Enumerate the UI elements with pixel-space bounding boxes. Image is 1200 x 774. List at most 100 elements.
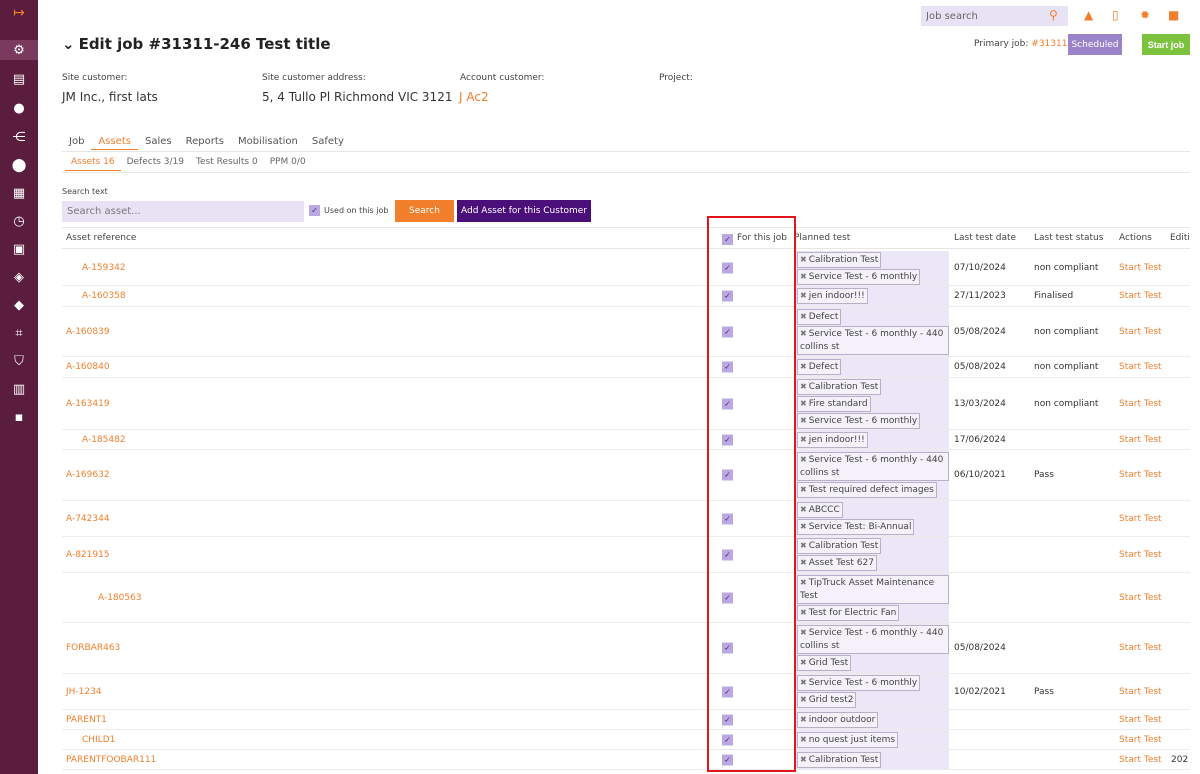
tab-sales[interactable]: Sales — [138, 136, 179, 150]
start-test-link[interactable]: Start Test — [1119, 362, 1162, 372]
shield-icon[interactable]: ⛉ — [0, 351, 38, 371]
chat-icon[interactable]: ▪ — [0, 407, 38, 427]
start-test-link[interactable]: Start Test — [1119, 550, 1162, 560]
mobile-icon[interactable]: ▯ — [1112, 8, 1119, 22]
job-search-input[interactable] — [921, 6, 1068, 26]
chevron-down-icon[interactable]: ⌄ — [62, 35, 75, 53]
start-test-link[interactable]: Start Test — [1119, 470, 1162, 480]
planned-test-label: Defect — [808, 362, 839, 372]
search-asset-input[interactable] — [62, 201, 304, 222]
remove-test-icon[interactable]: ✖ — [800, 255, 807, 264]
remove-test-icon[interactable]: ✖ — [800, 628, 807, 637]
start-test-link[interactable]: Start Test — [1119, 593, 1162, 603]
used-on-job-checkbox[interactable]: ✓ — [309, 205, 320, 216]
subtab-defects[interactable]: Defects 3/19 — [121, 157, 190, 171]
start-test-link[interactable]: Start Test — [1119, 514, 1162, 524]
person-icon[interactable]: ● — [0, 98, 38, 118]
start-test-link[interactable]: Start Test — [1119, 291, 1162, 301]
asset-reference-link[interactable]: A-742344 — [66, 514, 110, 524]
remove-test-icon[interactable]: ✖ — [800, 695, 807, 704]
remove-test-icon[interactable]: ✖ — [800, 485, 807, 494]
tab-job[interactable]: Job — [62, 136, 91, 150]
subtab-assets[interactable]: Assets 16 — [65, 157, 121, 171]
remove-test-icon[interactable]: ✖ — [800, 435, 807, 444]
start-test-link[interactable]: Start Test — [1119, 735, 1162, 745]
asset-reference-link[interactable]: A-160358 — [82, 291, 126, 301]
asset-reference-link[interactable]: A-163419 — [66, 399, 110, 409]
table-row: FORBAR463 ✓ ✖ Service Test - 6 monthly - 44… — [62, 623, 1190, 674]
cube-icon[interactable]: ◈ — [0, 267, 38, 287]
tag-icon[interactable]: ◆ — [0, 295, 38, 315]
asset-reference-link[interactable]: A-159342 — [82, 263, 126, 273]
subtab-test-results[interactable]: Test Results 0 — [190, 157, 264, 171]
hierarchy-icon[interactable]: ⋲ — [0, 127, 38, 147]
start-test-link[interactable]: Start Test — [1119, 435, 1162, 445]
remove-test-icon[interactable]: ✖ — [800, 399, 807, 408]
remove-test-icon[interactable]: ✖ — [800, 608, 807, 617]
search-icon[interactable]: ⚲ — [1049, 8, 1058, 22]
account-customer-link[interactable]: J Ac2 — [459, 90, 489, 104]
start-test-link[interactable]: Start Test — [1119, 263, 1162, 273]
remove-test-icon[interactable]: ✖ — [800, 382, 807, 391]
col-planned-test[interactable]: Planned test — [794, 233, 850, 243]
remove-test-icon[interactable]: ✖ — [800, 522, 807, 531]
asset-reference-link[interactable]: A-185482 — [82, 435, 126, 445]
remove-test-icon[interactable]: ✖ — [800, 416, 807, 425]
primary-job-link[interactable]: #31311 — [1031, 39, 1067, 49]
gear-icon[interactable]: ✹ — [1140, 8, 1150, 22]
asset-reference-link[interactable]: A-169632 — [66, 470, 110, 480]
tab-reports[interactable]: Reports — [179, 136, 231, 150]
asset-reference-link[interactable]: PARENT1 — [66, 715, 107, 725]
clock-icon[interactable]: ◷ — [0, 211, 38, 231]
asset-reference-link[interactable]: JH-1234 — [66, 687, 102, 697]
bookmark-icon[interactable]: ■ — [1168, 8, 1179, 22]
subtab-ppm[interactable]: PPM 0/0 — [264, 157, 312, 171]
start-test-link[interactable]: Start Test — [1119, 755, 1162, 765]
asset-reference-link[interactable]: A-821915 — [66, 550, 110, 560]
scan-icon[interactable]: ⌗ — [0, 323, 38, 343]
search-button[interactable]: Search — [395, 200, 454, 222]
exit-icon[interactable]: ↦ — [0, 3, 38, 23]
start-job-button[interactable]: Start job — [1142, 34, 1190, 55]
asset-reference-link[interactable]: A-180563 — [98, 593, 142, 603]
remove-test-icon[interactable]: ✖ — [800, 755, 807, 764]
book-icon[interactable]: ▥ — [0, 379, 38, 399]
remove-test-icon[interactable]: ✖ — [800, 578, 807, 587]
asset-reference-link[interactable]: CHILD1 — [82, 735, 115, 745]
start-test-link[interactable]: Start Test — [1119, 687, 1162, 697]
col-asset-reference[interactable]: Asset reference — [66, 233, 136, 243]
asset-reference-link[interactable]: A-160840 — [66, 362, 110, 372]
col-last-test-date[interactable]: Last test date — [954, 233, 1016, 243]
remove-test-icon[interactable]: ✖ — [800, 455, 807, 464]
clipboard-icon[interactable]: ▣ — [0, 239, 38, 259]
remove-test-icon[interactable]: ✖ — [800, 312, 807, 321]
add-asset-button[interactable]: Add Asset for this Customer — [457, 200, 591, 222]
document-icon[interactable]: ▤ — [0, 69, 38, 89]
remove-test-icon[interactable]: ✖ — [800, 715, 807, 724]
wrench-icon[interactable]: ⚙ — [0, 40, 38, 60]
remove-test-icon[interactable]: ✖ — [800, 362, 807, 371]
col-last-test-status[interactable]: Last test status — [1034, 233, 1103, 243]
remove-test-icon[interactable]: ✖ — [800, 329, 807, 338]
tab-assets[interactable]: Assets — [91, 136, 138, 150]
bell-icon[interactable]: ▲ — [1084, 8, 1093, 22]
asset-reference-link[interactable]: FORBAR463 — [66, 643, 120, 653]
remove-test-icon[interactable]: ✖ — [800, 505, 807, 514]
remove-test-icon[interactable]: ✖ — [800, 272, 807, 281]
remove-test-icon[interactable]: ✖ — [800, 541, 807, 550]
remove-test-icon[interactable]: ✖ — [800, 558, 807, 567]
asset-reference-link[interactable]: PARENTFOOBAR111 — [66, 755, 156, 765]
location-pin-icon[interactable]: ⬤ — [0, 155, 38, 175]
map-icon[interactable]: ▦ — [0, 183, 38, 203]
remove-test-icon[interactable]: ✖ — [800, 678, 807, 687]
start-test-link[interactable]: Start Test — [1119, 643, 1162, 653]
start-test-link[interactable]: Start Test — [1119, 715, 1162, 725]
remove-test-icon[interactable]: ✖ — [800, 735, 807, 744]
start-test-link[interactable]: Start Test — [1119, 399, 1162, 409]
asset-reference-link[interactable]: A-160839 — [66, 327, 110, 337]
start-test-link[interactable]: Start Test — [1119, 327, 1162, 337]
remove-test-icon[interactable]: ✖ — [800, 291, 807, 300]
remove-test-icon[interactable]: ✖ — [800, 658, 807, 667]
tab-mobilisation[interactable]: Mobilisation — [231, 136, 305, 150]
tab-safety[interactable]: Safety — [305, 136, 351, 150]
